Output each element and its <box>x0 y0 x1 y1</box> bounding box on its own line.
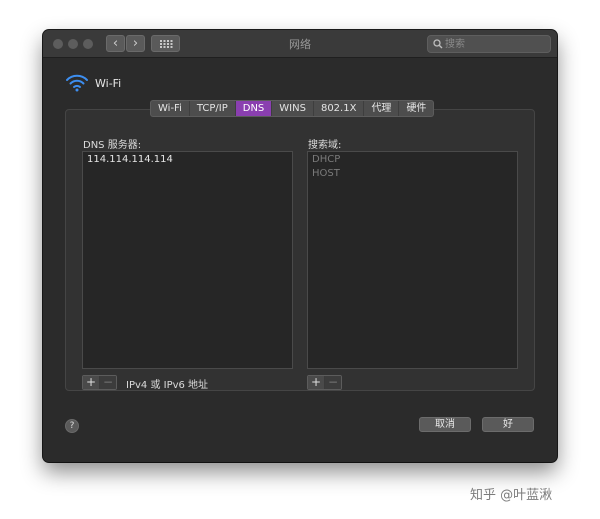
search-domains-list[interactable]: DHCP HOST <box>307 151 518 369</box>
tab-wins[interactable]: WINS <box>272 101 314 116</box>
tab-tcpip[interactable]: TCP/IP <box>190 101 236 116</box>
list-item[interactable]: 114.114.114.114 <box>83 153 292 167</box>
tab-proxies[interactable]: 代理 <box>364 101 400 116</box>
search-domains-label: 搜索域: <box>308 140 342 151</box>
network-name: Wi-Fi <box>95 77 122 90</box>
watermark: 知乎 @叶蓝湫 <box>470 488 553 503</box>
network-preferences-window: ‹ › 网络 Wi-Fi <box>43 30 557 462</box>
search-field[interactable] <box>427 35 551 53</box>
remove-search-domain-button[interactable]: − <box>324 376 341 389</box>
tab-hardware[interactable]: 硬件 <box>399 101 433 116</box>
help-button[interactable]: ? <box>65 419 79 433</box>
list-item[interactable]: DHCP <box>308 153 517 167</box>
dns-servers-label: DNS 服务器: <box>83 140 142 151</box>
search-input[interactable] <box>445 37 545 51</box>
dns-hint: IPv4 或 IPv6 地址 <box>126 380 209 391</box>
wifi-icon <box>66 74 88 92</box>
dns-add-remove-control: + − <box>82 375 117 390</box>
tab-dns[interactable]: DNS <box>235 101 273 116</box>
tab-8021x[interactable]: 802.1X <box>314 101 365 116</box>
search-icon <box>433 39 443 49</box>
list-item[interactable]: HOST <box>308 167 517 181</box>
tab-wifi[interactable]: Wi-Fi <box>151 101 190 116</box>
title-bar: ‹ › 网络 <box>43 30 557 58</box>
search-domain-add-remove-control: + − <box>307 375 342 390</box>
add-dns-server-button[interactable]: + <box>83 376 99 389</box>
dns-servers-list[interactable]: 114.114.114.114 <box>82 151 293 369</box>
ok-button[interactable]: 好 <box>482 417 534 432</box>
cancel-button[interactable]: 取消 <box>419 417 471 432</box>
remove-dns-server-button[interactable]: − <box>99 376 116 389</box>
add-search-domain-button[interactable]: + <box>308 376 324 389</box>
tab-bar: Wi-Fi TCP/IP DNS WINS 802.1X 代理 硬件 <box>150 100 435 117</box>
